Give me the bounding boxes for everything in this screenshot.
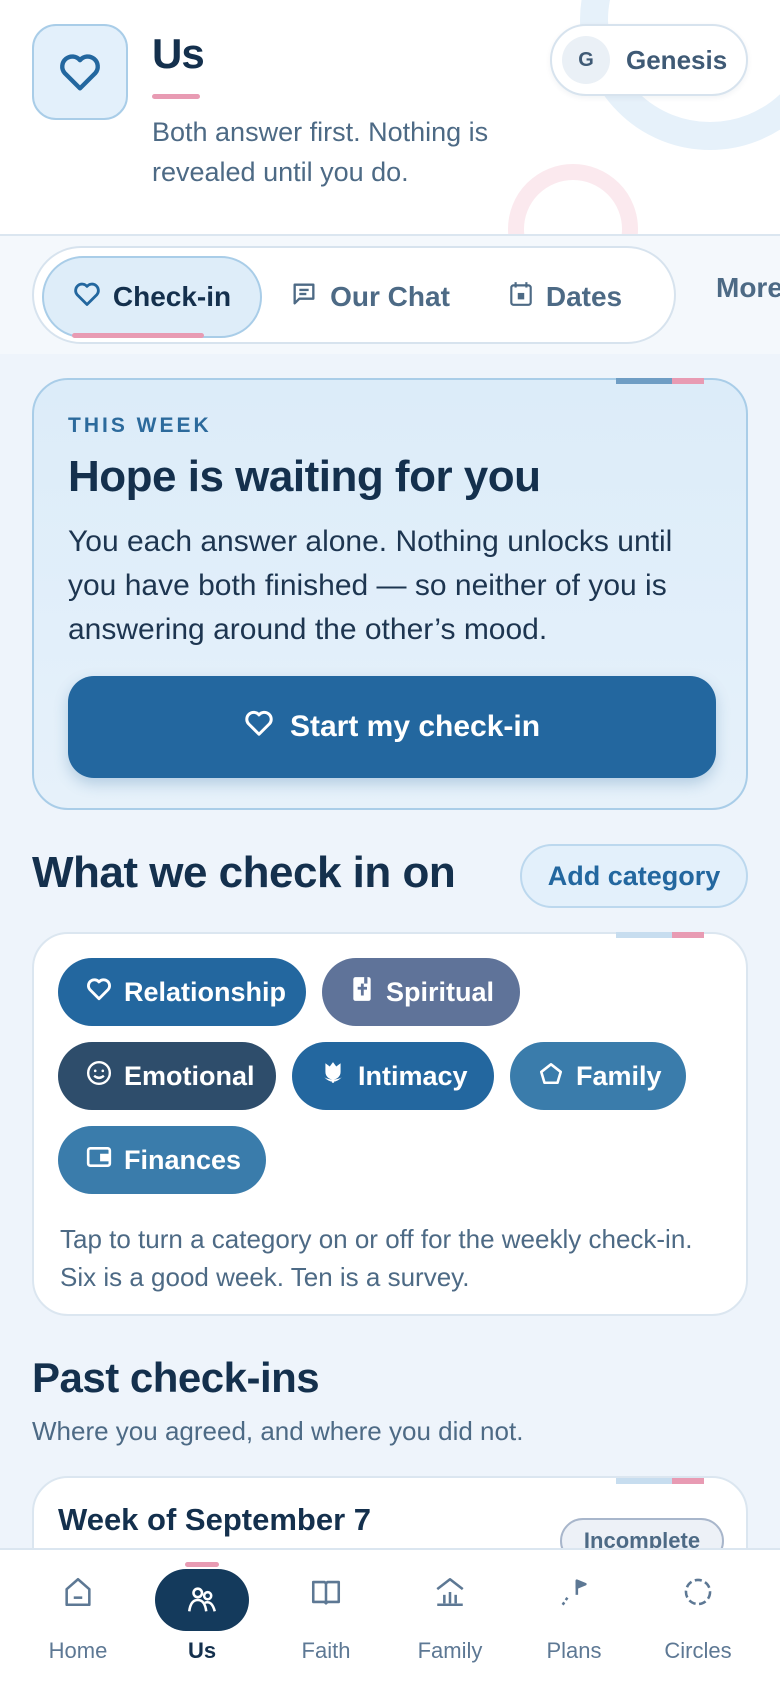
section-subtitle: Where you agreed, and where you did not.: [32, 1416, 524, 1446]
smiley-icon: [86, 1060, 112, 1093]
accent-bar-pink: [672, 378, 704, 384]
week-title: Week of September 7: [58, 1502, 371, 1537]
nav-item-plans[interactable]: Plans: [512, 1550, 636, 1688]
chip-label: Relationship: [124, 976, 287, 1007]
profile-chip[interactable]: G Genesis: [550, 24, 748, 96]
heart-icon: [73, 281, 101, 314]
couple-icon: [155, 1569, 249, 1631]
family-house-icon: [426, 1568, 474, 1616]
heart-tile-icon: [32, 24, 128, 120]
chip-label: Finances: [124, 1144, 242, 1175]
chip-label: Family: [576, 1060, 662, 1091]
category-chip-family[interactable]: Family: [510, 1042, 686, 1110]
nav-label: Home: [48, 1638, 108, 1663]
tab-dates[interactable]: Dates: [482, 256, 648, 338]
page-subtitle: Both answer first. Nothing is revealed u…: [152, 117, 489, 187]
accent-bar-pink: [672, 1478, 704, 1484]
nav-label: Us: [187, 1638, 217, 1663]
page-title: Us: [152, 30, 205, 77]
accent-bar-blue: [616, 378, 672, 384]
nav-label: Faith: [301, 1638, 351, 1663]
flower-icon: [320, 1060, 346, 1093]
accent-bar-pink: [672, 932, 704, 938]
app-header: Us Both answer first. Nothing is reveale…: [0, 0, 780, 236]
heart-icon: [244, 709, 274, 745]
tab-label: Our Chat: [330, 281, 450, 312]
accent-bar-blue: [616, 932, 672, 938]
category-chip-relationship[interactable]: Relationship: [58, 958, 306, 1026]
chip-label: Spiritual: [386, 976, 495, 1007]
categories-note: Tap to turn a category on or off for the…: [60, 1224, 693, 1292]
section-title: Past check-ins: [32, 1354, 320, 1401]
calendar-icon: [508, 280, 534, 315]
tab-our-chat[interactable]: Our Chat: [272, 256, 468, 338]
this-week-card: THIS WEEK Hope is waiting for you You ea…: [32, 378, 748, 810]
eyebrow-label: THIS WEEK: [68, 414, 212, 437]
nav-item-circles[interactable]: Circles: [636, 1550, 760, 1688]
chat-icon: [290, 280, 318, 315]
tab-more[interactable]: More: [716, 272, 780, 304]
tab-label: Dates: [545, 281, 623, 312]
button-label: Start my check-in: [289, 710, 541, 743]
heart-icon: [86, 977, 112, 1008]
nav-item-family[interactable]: Family: [388, 1550, 512, 1688]
home-icon: [538, 1061, 564, 1092]
bible-icon: [350, 976, 374, 1009]
section-title: What we check in on: [32, 848, 456, 897]
nav-label: Circles: [664, 1638, 732, 1663]
profile-name: Genesis: [626, 44, 728, 75]
nav-item-us[interactable]: Us: [140, 1550, 264, 1688]
chip-label: Intimacy: [358, 1060, 468, 1091]
hero-title: Hope is waiting for you: [68, 452, 541, 501]
tab-bar: Check-in Our Chat Dates: [32, 246, 676, 344]
nav-active-indicator: [185, 1562, 219, 1567]
categories-card: Relationship Spiritual Emotional Intimac…: [32, 932, 748, 1316]
bottom-nav: Home Us Faith Family Plans Circles: [0, 1548, 780, 1688]
category-chip-spiritual[interactable]: Spiritual: [322, 958, 520, 1026]
nav-label: Plans: [546, 1638, 602, 1663]
add-category-button[interactable]: Add category: [520, 844, 748, 908]
title-underline: [152, 94, 200, 99]
nav-item-home[interactable]: Home: [16, 1550, 140, 1688]
book-icon: [302, 1568, 350, 1616]
tabs-band: Check-in Our Chat Dates More: [0, 236, 780, 354]
nav-label: Family: [417, 1638, 483, 1663]
chip-label: Emotional: [124, 1060, 255, 1091]
flag-path-icon: [550, 1568, 598, 1616]
category-chip-emotional[interactable]: Emotional: [58, 1042, 276, 1110]
category-chip-intimacy[interactable]: Intimacy: [292, 1042, 494, 1110]
tab-label: Check-in: [112, 281, 232, 312]
tab-active-indicator: [72, 333, 204, 338]
nav-item-faith[interactable]: Faith: [264, 1550, 388, 1688]
tab-check-in[interactable]: Check-in: [42, 256, 262, 338]
home-icon: [54, 1568, 102, 1616]
decorative-ring-pink: [508, 164, 638, 234]
accent-bar-blue: [616, 1478, 672, 1484]
category-chip-finances[interactable]: Finances: [58, 1126, 266, 1194]
start-check-in-button[interactable]: Start my check-in: [68, 676, 716, 778]
wallet-icon: [86, 1145, 112, 1176]
circle-icon: [674, 1568, 722, 1616]
avatar: G: [562, 36, 610, 84]
hero-body: You each answer alone. Nothing unlocks u…: [68, 525, 673, 646]
